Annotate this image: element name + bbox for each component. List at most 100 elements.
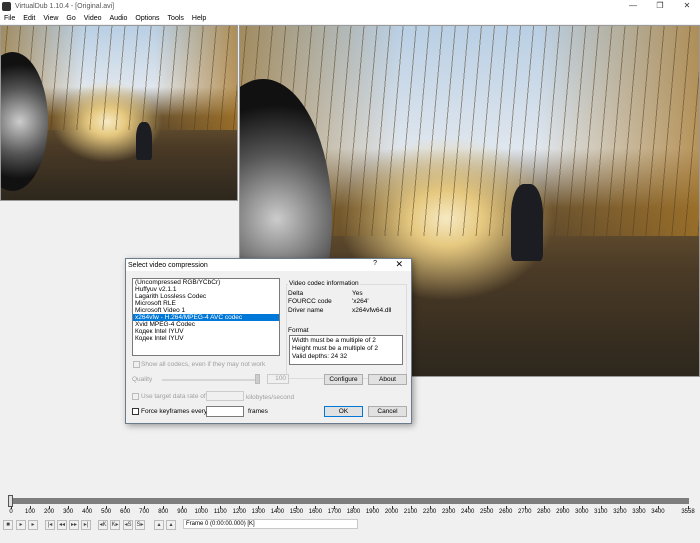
timeline-tick-label: 900 [177, 509, 188, 515]
quality-label: Quality [132, 376, 153, 383]
target-rate-label: Use target data rate of [141, 393, 206, 400]
scene-back-button[interactable]: ◂S [123, 520, 133, 530]
menu-help[interactable]: Help [188, 15, 210, 22]
codec-list[interactable]: (Uncompressed RGB/YCbCr) Huffyuv v2.1.1 … [132, 278, 280, 356]
timeline-tick-label: 2900 [556, 509, 570, 515]
timeline-tick-label: 2500 [480, 509, 494, 515]
format-label: Format [288, 327, 309, 334]
menu-edit[interactable]: Edit [19, 15, 39, 22]
quality-input[interactable]: 100 [267, 374, 289, 384]
rate-unit-label: kilobytes/second [246, 394, 295, 401]
info-delta-value: Yes [352, 290, 363, 297]
go-end-button[interactable]: ▸| [81, 520, 91, 530]
dialog-close-button[interactable]: ✕ [395, 259, 403, 270]
codec-item[interactable]: Кодек Intel IYUV [133, 328, 279, 335]
about-button[interactable]: About [368, 374, 407, 385]
ok-button[interactable]: OK [324, 406, 363, 417]
timeline-tick-label: 3000 [575, 509, 589, 515]
title-bar: VirtualDub 1.10.4 - [Original.avi] [0, 0, 700, 12]
timeline-tick-label: 3558 [681, 509, 695, 515]
mark-out-button[interactable]: ▴ [166, 520, 176, 530]
input-video-pane [0, 25, 238, 201]
show-all-codecs-checkbox[interactable] [133, 361, 140, 368]
timeline-tick-label: 700 [139, 509, 150, 515]
prev-frame-button[interactable]: ◂◂ [57, 520, 67, 530]
timeline-tick-label: 1200 [232, 509, 247, 515]
menu-view[interactable]: View [39, 15, 62, 22]
codec-item[interactable]: Microsoft Video 1 [133, 307, 279, 314]
codec-item[interactable]: Кодек Intel IYUV [133, 335, 279, 342]
play-input-button[interactable]: ▸ [16, 520, 26, 530]
timeline-tick-label: 200 [44, 509, 55, 515]
timeline-tick-label: 1300 [251, 509, 266, 515]
timeline-tick-label: 1900 [365, 509, 380, 515]
timeline-tick-label: 1800 [346, 509, 361, 515]
timeline-tick-label: 2100 [403, 509, 418, 515]
timeline-tick-label: 1100 [213, 509, 227, 515]
mark-in-button[interactable]: ▴ [154, 520, 164, 530]
target-rate-checkbox[interactable] [132, 393, 139, 400]
info-driver-label: Driver name [288, 307, 324, 314]
info-delta-label: Delta [288, 290, 304, 297]
close-button[interactable]: ✕ [674, 0, 700, 12]
keyframes-input[interactable] [206, 406, 244, 417]
menu-video[interactable]: Video [80, 15, 106, 22]
prev-keyframe-button[interactable]: ◂K [98, 520, 108, 530]
format-line: Height must be a multiple of 2 [292, 345, 378, 352]
timeline-tick-label: 2600 [499, 509, 513, 515]
timeline-tick-label: 800 [158, 509, 169, 515]
timeline-tick-label: 1600 [308, 509, 323, 515]
codec-item[interactable]: Xvid MPEG-4 Codec [133, 321, 279, 328]
menu-tools[interactable]: Tools [164, 15, 188, 22]
menu-go[interactable]: Go [62, 15, 79, 22]
timeline-tick-label: 1000 [194, 509, 208, 515]
show-all-codecs-label: Show all codecs, even if they may not wo… [141, 361, 266, 368]
app-icon [2, 1, 11, 11]
menu-file[interactable]: File [0, 15, 19, 22]
minimize-button[interactable]: — [620, 0, 646, 12]
codec-item[interactable]: (Uncompressed RGB/YCbCr) [133, 279, 279, 286]
maximize-button[interactable]: ❐ [647, 0, 673, 12]
next-frame-button[interactable]: ▸▸ [69, 520, 79, 530]
window-title: VirtualDub 1.10.4 - [Original.avi] [15, 2, 115, 10]
force-keyframes-checkbox[interactable] [132, 408, 139, 415]
timeline-tick-label: 2800 [537, 509, 551, 515]
force-keyframes-label: Force keyframes every [141, 408, 208, 415]
timeline-tick-label: 2700 [518, 509, 532, 515]
codec-info-title: Video codec information [288, 280, 360, 287]
stop-button[interactable]: ■ [3, 520, 13, 530]
timeline-tick-label: 2300 [441, 509, 456, 515]
timeline-tick-label: 1500 [289, 509, 304, 515]
timeline-tick-label: 1700 [327, 509, 342, 515]
info-driver-value: x264vfw64.dll [352, 307, 392, 314]
timeline-tick-label: 1400 [270, 509, 285, 515]
menu-audio[interactable]: Audio [106, 15, 132, 22]
configure-button[interactable]: Configure [324, 374, 363, 385]
scene-forward-button[interactable]: S▸ [135, 520, 145, 530]
format-line: Valid depths: 24 32 [292, 353, 348, 360]
go-start-button[interactable]: |◂ [45, 520, 55, 530]
menu-options[interactable]: Options [131, 15, 163, 22]
timeline-track[interactable] [10, 498, 689, 504]
timeline-tick-label: 400 [82, 509, 93, 515]
cancel-button[interactable]: Cancel [368, 406, 407, 417]
info-fourcc-label: FOURCC code [288, 298, 332, 305]
quality-slider-thumb[interactable] [255, 374, 260, 384]
timeline-tick-label: 0 [9, 509, 13, 515]
codec-item-selected[interactable]: x264vfw - H.264/MPEG-4 AVC codec [133, 314, 279, 321]
codec-item[interactable]: Microsoft RLE [133, 300, 279, 307]
next-keyframe-button[interactable]: K▸ [110, 520, 120, 530]
timeline-tick-label: 2200 [422, 509, 437, 515]
play-output-button[interactable]: ▸ [28, 520, 38, 530]
help-button[interactable]: ? [373, 260, 377, 267]
format-box: Width must be a multiple of 2 Height mus… [289, 335, 403, 365]
timeline-tick-label: 100 [25, 509, 36, 515]
frames-label: frames [248, 408, 268, 415]
timeline-tick-label: 2400 [460, 509, 475, 515]
dialog-title-bar: Select video compression ? ✕ [126, 259, 411, 271]
menu-bar: File Edit View Go Video Audio Options To… [0, 12, 700, 24]
target-rate-input[interactable] [206, 391, 244, 401]
codec-item[interactable]: Huffyuv v2.1.1 [133, 286, 279, 293]
timeline-tick-label: 3400 [651, 509, 665, 515]
codec-item[interactable]: Lagarith Lossless Codec [133, 293, 279, 300]
